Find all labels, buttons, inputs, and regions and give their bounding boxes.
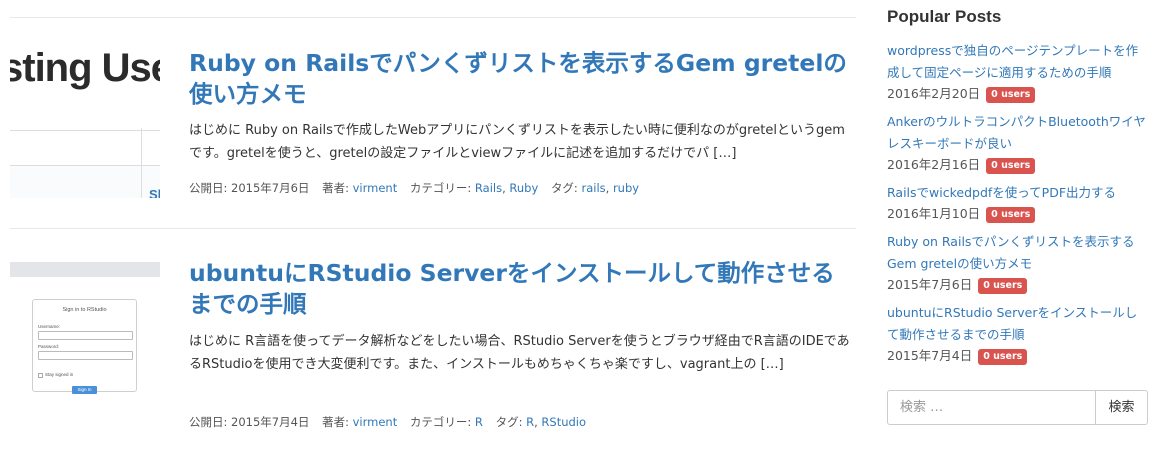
post-date: 公開日: 2015年7月6日 bbox=[189, 181, 310, 195]
thumbnail-password-label: Password: bbox=[38, 344, 60, 349]
popular-post-link[interactable]: Ruby on Railsでパンくずリストを表示するGem gretelの使い方… bbox=[887, 231, 1149, 275]
tag-link[interactable]: RStudio bbox=[541, 415, 586, 429]
thumbnail-column-rule bbox=[141, 128, 142, 198]
user-count-badge[interactable]: 0 users bbox=[986, 158, 1036, 174]
post-title-link[interactable]: Ruby on Railsでパンくずリストを表示するGem gretelの使い方… bbox=[189, 49, 847, 108]
post-divider bbox=[10, 228, 856, 229]
tag-label: タグ: bbox=[550, 181, 578, 195]
popular-post-link[interactable]: ubuntuにRStudio Serverをインストールして動作させるまでの手順 bbox=[887, 302, 1149, 346]
post-meta: 公開日: 2015年7月4日 著者: virment カテゴリー: R タグ: … bbox=[189, 415, 587, 429]
search-form: 検索 … 検索 bbox=[887, 390, 1149, 425]
post-divider bbox=[10, 17, 856, 18]
post-excerpt: はじめに Ruby on Railsで作成したWebアプリにパンくずリストを表示… bbox=[189, 123, 845, 161]
thumbnail-table-row bbox=[10, 165, 160, 198]
author-link[interactable]: virment bbox=[353, 415, 398, 429]
popular-posts-heading: Popular Posts bbox=[887, 7, 1002, 26]
popular-post-item: wordpressで独自のページテンプレートを作成して固定ページに適用するための… bbox=[887, 40, 1149, 104]
thumbnail-username-field bbox=[38, 331, 133, 340]
post-date: 公開日: 2015年7月4日 bbox=[189, 415, 310, 429]
thumbnail-browser-bar bbox=[10, 262, 160, 277]
post-title[interactable]: ubuntuにRStudio Serverをインストールして動作させるまでの手順 bbox=[189, 258, 849, 320]
popular-post-date: 2016年2月16日 bbox=[887, 157, 981, 172]
popular-post-item: AnkerのウルトラコンパクトBluetoothワイヤレスキーボードが良い 20… bbox=[887, 111, 1149, 175]
post-title[interactable]: Ruby on Railsでパンくずリストを表示するGem gretelの使い方… bbox=[189, 48, 849, 110]
popular-post-meta: 2015年7月4日 0 users bbox=[887, 346, 1149, 366]
popular-post-link[interactable]: Railsでwickedpdfを使ってPDF出力する bbox=[887, 182, 1149, 204]
popular-post-item: ubuntuにRStudio Serverをインストールして動作させるまでの手順… bbox=[887, 302, 1149, 366]
popular-post-meta: 2015年7月6日 0 users bbox=[887, 275, 1149, 295]
thumbnail-heading-text: sting User bbox=[10, 50, 160, 90]
tag-link[interactable]: rails bbox=[581, 181, 605, 195]
search-button[interactable]: 検索 bbox=[1095, 390, 1148, 425]
thumbnail-rule bbox=[10, 130, 160, 131]
popular-post-meta: 2016年2月16日 0 users bbox=[887, 155, 1149, 175]
tag-link[interactable]: R bbox=[526, 415, 534, 429]
popular-post-meta: 2016年1月10日 0 users bbox=[887, 204, 1149, 224]
user-count-badge[interactable]: 0 users bbox=[978, 349, 1028, 365]
user-count-badge[interactable]: 0 users bbox=[986, 87, 1036, 103]
popular-post-link[interactable]: wordpressで独自のページテンプレートを作成して固定ページに適用するための… bbox=[887, 40, 1149, 84]
post-excerpt: はじめに R言語を使ってデータ解析などをしたい場合、RStudio Server… bbox=[189, 334, 850, 372]
search-input[interactable]: 検索 … bbox=[887, 390, 1109, 425]
popular-post-meta: 2016年2月20日 0 users bbox=[887, 84, 1149, 104]
category-link[interactable]: Rails bbox=[475, 181, 502, 195]
thumbnail-checkbox bbox=[38, 373, 43, 378]
popular-post-item: Railsでwickedpdfを使ってPDF出力する 2016年1月10日 0 … bbox=[887, 182, 1149, 224]
popular-post-link[interactable]: AnkerのウルトラコンパクトBluetoothワイヤレスキーボードが良い bbox=[887, 111, 1149, 155]
popular-post-date: 2015年7月4日 bbox=[887, 348, 973, 363]
thumbnail-login-form: Sign in to RStudio Username: Password: S… bbox=[32, 299, 137, 394]
popular-post-item: Ruby on Railsでパンくずリストを表示するGem gretelの使い方… bbox=[887, 231, 1149, 295]
user-count-badge[interactable]: 0 users bbox=[978, 278, 1028, 294]
tag-label: タグ: bbox=[495, 415, 523, 429]
post-title-link[interactable]: ubuntuにRStudio Serverをインストールして動作させるまでの手順 bbox=[189, 259, 835, 318]
tag-link[interactable]: ruby bbox=[613, 181, 639, 195]
post-meta: 公開日: 2015年7月6日 著者: virment カテゴリー: Rails,… bbox=[189, 181, 640, 195]
author-label: 著者: bbox=[322, 415, 349, 429]
thumbnail-stay-label: Stay signed in bbox=[45, 372, 74, 377]
post-thumbnail[interactable]: sting User Sh bbox=[10, 50, 160, 198]
thumbnail-signin-button: Sign In bbox=[72, 386, 97, 394]
popular-post-date: 2016年1月10日 bbox=[887, 206, 981, 221]
thumbnail-link-text: Sh bbox=[149, 187, 160, 198]
post-thumbnail[interactable]: Sign in to RStudio Username: Password: S… bbox=[10, 262, 160, 410]
popular-post-date: 2015年7月6日 bbox=[887, 277, 973, 292]
author-label: 著者: bbox=[322, 181, 349, 195]
thumbnail-username-label: Username: bbox=[38, 324, 61, 329]
thumbnail-rule bbox=[10, 165, 160, 166]
category-link[interactable]: Ruby bbox=[509, 181, 538, 195]
category-link[interactable]: R bbox=[475, 415, 483, 429]
category-label: カテゴリー: bbox=[409, 415, 472, 429]
category-label: カテゴリー: bbox=[409, 181, 472, 195]
thumbnail-password-field bbox=[38, 351, 133, 360]
user-count-badge[interactable]: 0 users bbox=[986, 207, 1036, 223]
thumbnail-form-title: Sign in to RStudio bbox=[62, 307, 107, 313]
popular-post-date: 2016年2月20日 bbox=[887, 86, 981, 101]
author-link[interactable]: virment bbox=[353, 181, 398, 195]
